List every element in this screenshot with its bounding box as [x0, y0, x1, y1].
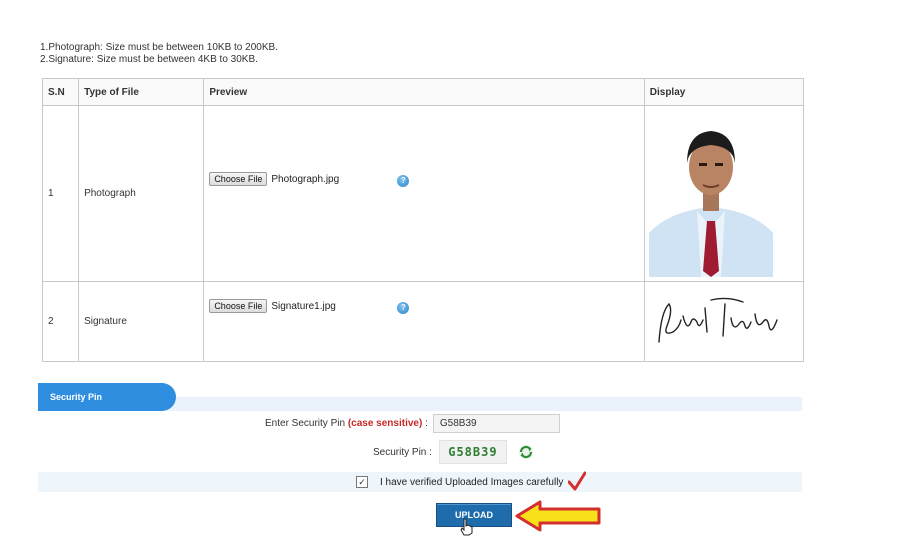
verify-row: ✓ I have verified Uploaded Images carefu…: [356, 476, 563, 488]
security-pin-input[interactable]: [432, 414, 560, 433]
refresh-icon[interactable]: [518, 444, 534, 460]
table-row-signature: 2 Signature Choose File Signature1.jpg ?: [41, 281, 805, 362]
file-picker: Choose File Photograph.jpg: [209, 172, 339, 186]
row-sn: 2: [41, 281, 80, 362]
verify-checkbox[interactable]: ✓: [356, 476, 368, 488]
security-pin-tab: Security Pin: [38, 383, 176, 411]
file-upload-table: S.N Type of File Preview Display 1 Photo…: [41, 78, 805, 362]
upload-instructions: 1.Photograph: Size must be between 10KB …: [40, 42, 278, 66]
signature-preview-image: [658, 297, 778, 343]
case-sensitive-note: (case sensitive): [347, 418, 423, 429]
yellow-arrow-icon: [515, 500, 601, 532]
verify-label: I have verified Uploaded Images carefull…: [380, 476, 564, 488]
photo-size-note: 1.Photograph: Size must be between 10KB …: [40, 42, 278, 53]
table-row-photograph: 1 Photograph Choose File Photograph.jpg …: [41, 105, 805, 282]
choose-photo-button[interactable]: Choose File: [209, 172, 268, 186]
captcha-row: Security Pin : G58B39: [373, 440, 534, 464]
hand-pointer-icon: [460, 518, 473, 536]
row-type: Photograph: [78, 105, 205, 282]
row-type: Signature: [78, 281, 205, 362]
photo-filename: Photograph.jpg: [271, 173, 340, 185]
row-sn: 1: [41, 105, 80, 282]
header-sn: S.N: [41, 78, 80, 106]
help-circle-icon[interactable]: ?: [397, 302, 410, 314]
preview-cell: Choose File Signature1.jpg ?: [203, 281, 645, 362]
checkmark-icon: [568, 471, 586, 491]
choose-signature-button[interactable]: Choose File: [209, 299, 268, 313]
table-header-row: S.N Type of File Preview Display: [41, 78, 805, 106]
help-circle-icon[interactable]: ?: [397, 175, 410, 187]
signature-size-note: 2.Signature: Size must be between 4KB to…: [40, 54, 258, 65]
preview-cell: Choose File Photograph.jpg ?: [203, 105, 645, 282]
header-display: Display: [643, 78, 805, 106]
security-pin-row: Enter Security Pin (case sensitive) :: [265, 414, 560, 433]
photo-display-cell: [643, 105, 805, 282]
header-preview: Preview: [203, 78, 645, 106]
upload-button[interactable]: UPLOAD: [436, 503, 512, 527]
photo-preview-image: [648, 111, 773, 277]
captcha-label: Security Pin :: [373, 446, 432, 458]
captcha-image: G58B39: [438, 440, 507, 464]
file-picker: Choose File Signature1.jpg: [209, 299, 336, 313]
signature-filename: Signature1.jpg: [271, 300, 336, 312]
security-pin-label: Enter Security Pin (case sensitive) :: [265, 418, 428, 429]
security-section-bar: Security Pin: [38, 381, 802, 411]
header-type: Type of File: [78, 78, 205, 106]
signature-display-cell: [643, 281, 805, 362]
